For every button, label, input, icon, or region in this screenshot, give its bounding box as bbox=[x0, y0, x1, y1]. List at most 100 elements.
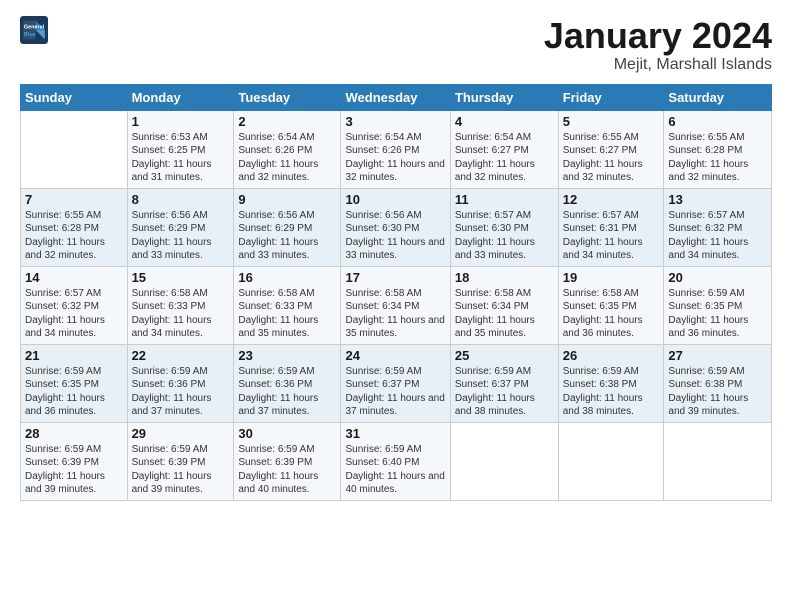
day-number: 30 bbox=[238, 426, 336, 441]
day-info: Sunrise: 6:57 AMSunset: 6:30 PMDaylight:… bbox=[455, 209, 554, 263]
day-number: 3 bbox=[345, 114, 445, 129]
day-info: Sunrise: 6:56 AMSunset: 6:29 PMDaylight:… bbox=[238, 209, 336, 263]
calendar-cell: 14Sunrise: 6:57 AMSunset: 6:32 PMDayligh… bbox=[21, 266, 128, 344]
day-number: 10 bbox=[345, 192, 445, 207]
calendar-cell: 24 Sunrise: 6:59 AMSunset: 6:37 PMDayligh… bbox=[341, 344, 450, 422]
day-number: 15 bbox=[132, 270, 230, 285]
calendar-cell: 22 Sunrise: 6:59 AMSunset: 6:36 PMDayligh… bbox=[127, 344, 234, 422]
col-thursday: Thursday bbox=[450, 84, 558, 110]
day-info: Sunrise: 6:59 AMSunset: 6:38 PMDaylight:… bbox=[563, 365, 660, 419]
col-wednesday: Wednesday bbox=[341, 84, 450, 110]
day-number: 19 bbox=[563, 270, 660, 285]
calendar-cell: 11 Sunrise: 6:57 AMSunset: 6:30 PMDayligh… bbox=[450, 188, 558, 266]
day-info: Sunrise: 6:56 AMSunset: 6:30 PMDaylight:… bbox=[345, 209, 445, 263]
day-number: 16 bbox=[238, 270, 336, 285]
calendar-cell: 16 Sunrise: 6:58 AMSunset: 6:33 PMDayligh… bbox=[234, 266, 341, 344]
day-info: Sunrise: 6:53 AMSunset: 6:25 PMDaylight:… bbox=[132, 131, 230, 185]
day-number: 25 bbox=[455, 348, 554, 363]
col-monday: Monday bbox=[127, 84, 234, 110]
day-info: Sunrise: 6:59 AMSunset: 6:37 PMDaylight:… bbox=[455, 365, 554, 419]
day-info: Sunrise: 6:59 AMSunset: 6:35 PMDaylight:… bbox=[25, 365, 123, 419]
day-info: Sunrise: 6:55 AMSunset: 6:28 PMDaylight:… bbox=[25, 209, 123, 263]
day-number: 28 bbox=[25, 426, 123, 441]
title-block: January 2024 Mejit, Marshall Islands bbox=[544, 16, 772, 74]
day-info: Sunrise: 6:54 AMSunset: 6:27 PMDaylight:… bbox=[455, 131, 554, 185]
month-title: January 2024 bbox=[544, 16, 772, 56]
day-info: Sunrise: 6:57 AMSunset: 6:32 PMDaylight:… bbox=[25, 287, 123, 341]
day-info: Sunrise: 6:54 AMSunset: 6:26 PMDaylight:… bbox=[238, 131, 336, 185]
col-tuesday: Tuesday bbox=[234, 84, 341, 110]
day-info: Sunrise: 6:54 AMSunset: 6:26 PMDaylight:… bbox=[345, 131, 445, 185]
day-number: 20 bbox=[668, 270, 767, 285]
calendar-table: Sunday Monday Tuesday Wednesday Thursday… bbox=[20, 84, 772, 501]
calendar-cell: 17Sunrise: 6:58 AMSunset: 6:34 PMDayligh… bbox=[341, 266, 450, 344]
svg-text:Blue: Blue bbox=[24, 32, 36, 38]
calendar-cell: 26 Sunrise: 6:59 AMSunset: 6:38 PMDayligh… bbox=[558, 344, 664, 422]
calendar-body: 1Sunrise: 6:53 AMSunset: 6:25 PMDaylight… bbox=[21, 110, 772, 500]
header: General Blue January 2024 Mejit, Marshal… bbox=[20, 16, 772, 74]
logo-icon: General Blue bbox=[20, 16, 48, 44]
calendar-week-4: 21 Sunrise: 6:59 AMSunset: 6:35 PMDayligh… bbox=[21, 344, 772, 422]
day-number: 4 bbox=[455, 114, 554, 129]
calendar-week-5: 28 Sunrise: 6:59 AMSunset: 6:39 PMDayligh… bbox=[21, 422, 772, 500]
calendar-cell: 19 Sunrise: 6:58 AMSunset: 6:35 PMDayligh… bbox=[558, 266, 664, 344]
day-number: 11 bbox=[455, 192, 554, 207]
calendar-cell: 21 Sunrise: 6:59 AMSunset: 6:35 PMDayligh… bbox=[21, 344, 128, 422]
logo: General Blue bbox=[20, 16, 48, 44]
calendar-cell: 4 Sunrise: 6:54 AMSunset: 6:27 PMDaylight… bbox=[450, 110, 558, 188]
day-number: 24 bbox=[345, 348, 445, 363]
day-number: 31 bbox=[345, 426, 445, 441]
calendar-cell bbox=[558, 422, 664, 500]
calendar-cell: 13Sunrise: 6:57 AMSunset: 6:32 PMDayligh… bbox=[664, 188, 772, 266]
calendar-week-2: 7 Sunrise: 6:55 AMSunset: 6:28 PMDaylight… bbox=[21, 188, 772, 266]
day-info: Sunrise: 6:55 AMSunset: 6:28 PMDaylight:… bbox=[668, 131, 767, 185]
day-number: 12 bbox=[563, 192, 660, 207]
calendar-cell: 29Sunrise: 6:59 AMSunset: 6:39 PMDayligh… bbox=[127, 422, 234, 500]
day-info: Sunrise: 6:59 AMSunset: 6:39 PMDaylight:… bbox=[25, 443, 123, 497]
calendar-cell: 1Sunrise: 6:53 AMSunset: 6:25 PMDaylight… bbox=[127, 110, 234, 188]
day-number: 27 bbox=[668, 348, 767, 363]
day-info: Sunrise: 6:57 AMSunset: 6:32 PMDaylight:… bbox=[668, 209, 767, 263]
day-number: 26 bbox=[563, 348, 660, 363]
day-info: Sunrise: 6:58 AMSunset: 6:33 PMDaylight:… bbox=[238, 287, 336, 341]
day-info: Sunrise: 6:57 AMSunset: 6:31 PMDaylight:… bbox=[563, 209, 660, 263]
subtitle: Mejit, Marshall Islands bbox=[544, 56, 772, 74]
calendar-cell bbox=[450, 422, 558, 500]
calendar-cell: 25 Sunrise: 6:59 AMSunset: 6:37 PMDayligh… bbox=[450, 344, 558, 422]
svg-text:General: General bbox=[24, 24, 45, 30]
calendar-cell: 7 Sunrise: 6:55 AMSunset: 6:28 PMDaylight… bbox=[21, 188, 128, 266]
day-info: Sunrise: 6:58 AMSunset: 6:35 PMDaylight:… bbox=[563, 287, 660, 341]
day-number: 8 bbox=[132, 192, 230, 207]
day-number: 6 bbox=[668, 114, 767, 129]
day-info: Sunrise: 6:59 AMSunset: 6:36 PMDaylight:… bbox=[132, 365, 230, 419]
calendar-cell bbox=[21, 110, 128, 188]
day-number: 7 bbox=[25, 192, 123, 207]
calendar-cell: 15Sunrise: 6:58 AMSunset: 6:33 PMDayligh… bbox=[127, 266, 234, 344]
calendar-week-3: 14Sunrise: 6:57 AMSunset: 6:32 PMDayligh… bbox=[21, 266, 772, 344]
calendar-cell bbox=[664, 422, 772, 500]
day-number: 2 bbox=[238, 114, 336, 129]
calendar-cell: 3 Sunrise: 6:54 AMSunset: 6:26 PMDaylight… bbox=[341, 110, 450, 188]
day-number: 9 bbox=[238, 192, 336, 207]
col-saturday: Saturday bbox=[664, 84, 772, 110]
day-info: Sunrise: 6:59 AMSunset: 6:37 PMDaylight:… bbox=[345, 365, 445, 419]
day-info: Sunrise: 6:59 AMSunset: 6:35 PMDaylight:… bbox=[668, 287, 767, 341]
calendar-cell: 9 Sunrise: 6:56 AMSunset: 6:29 PMDaylight… bbox=[234, 188, 341, 266]
calendar-header: Sunday Monday Tuesday Wednesday Thursday… bbox=[21, 84, 772, 110]
day-info: Sunrise: 6:59 AMSunset: 6:39 PMDaylight:… bbox=[238, 443, 336, 497]
day-info: Sunrise: 6:59 AMSunset: 6:36 PMDaylight:… bbox=[238, 365, 336, 419]
day-number: 21 bbox=[25, 348, 123, 363]
calendar-cell: 31Sunrise: 6:59 AMSunset: 6:40 PMDayligh… bbox=[341, 422, 450, 500]
day-number: 17 bbox=[345, 270, 445, 285]
calendar-cell: 5Sunrise: 6:55 AMSunset: 6:27 PMDaylight… bbox=[558, 110, 664, 188]
calendar-cell: 28 Sunrise: 6:59 AMSunset: 6:39 PMDayligh… bbox=[21, 422, 128, 500]
calendar-cell: 30 Sunrise: 6:59 AMSunset: 6:39 PMDayligh… bbox=[234, 422, 341, 500]
calendar-cell: 10 Sunrise: 6:56 AMSunset: 6:30 PMDayligh… bbox=[341, 188, 450, 266]
calendar-cell: 6 Sunrise: 6:55 AMSunset: 6:28 PMDaylight… bbox=[664, 110, 772, 188]
day-number: 22 bbox=[132, 348, 230, 363]
header-row: Sunday Monday Tuesday Wednesday Thursday… bbox=[21, 84, 772, 110]
calendar-cell: 23Sunrise: 6:59 AMSunset: 6:36 PMDayligh… bbox=[234, 344, 341, 422]
calendar-cell: 8Sunrise: 6:56 AMSunset: 6:29 PMDaylight… bbox=[127, 188, 234, 266]
day-info: Sunrise: 6:59 AMSunset: 6:38 PMDaylight:… bbox=[668, 365, 767, 419]
day-number: 5 bbox=[563, 114, 660, 129]
